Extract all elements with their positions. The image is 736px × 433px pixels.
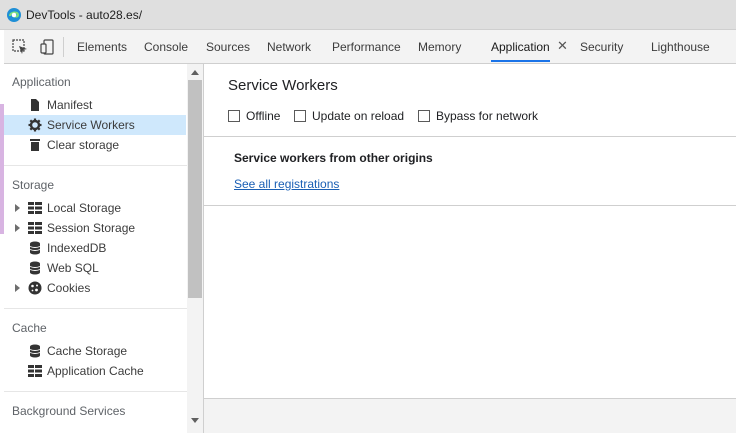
section-divider: [4, 391, 187, 392]
sidebar-item-label: Service Workers: [47, 118, 135, 132]
sidebar-item-indexeddb[interactable]: IndexedDB: [4, 238, 186, 258]
grid-icon: [28, 365, 42, 377]
section-divider: [204, 136, 736, 137]
tab-security[interactable]: Security: [580, 30, 623, 63]
sidebar-item-label: IndexedDB: [47, 241, 107, 255]
grid-icon: [28, 202, 42, 214]
sidebar-item-local-storage[interactable]: Local Storage: [4, 198, 186, 218]
section-divider: [204, 205, 736, 206]
tab-sources[interactable]: Sources: [206, 30, 250, 63]
sidebar-item-label: Session Storage: [47, 221, 136, 235]
section-divider: [4, 165, 187, 166]
see-all-registrations-link[interactable]: See all registrations: [234, 177, 339, 191]
sidebar-item-clear-storage[interactable]: Clear storage: [4, 135, 186, 155]
tab-memory[interactable]: Memory: [418, 30, 461, 63]
scrollbar-thumb[interactable]: [188, 80, 202, 298]
sidebar-item-label: Local Storage: [47, 201, 122, 215]
bottom-drawer: [204, 398, 736, 433]
tab-lighthouse[interactable]: Lighthouse: [651, 30, 710, 63]
tab-network[interactable]: Network: [267, 30, 311, 63]
file-icon: [31, 99, 39, 111]
sidebar-item-manifest[interactable]: Manifest: [4, 95, 186, 115]
sidebar-item-label: Web SQL: [47, 261, 99, 275]
checkbox-box[interactable]: [418, 110, 430, 122]
cookie-icon: [28, 281, 42, 295]
checkbox-label: Update on reload: [312, 109, 405, 123]
window-titlebar: DevTools - auto28.es/: [0, 0, 736, 30]
edge-logo-icon: [7, 7, 21, 22]
sidebar-item-label: Cookies: [47, 281, 91, 295]
other-origins-title: Service workers from other origins: [234, 151, 433, 165]
checkbox-box[interactable]: [228, 110, 240, 122]
tab-application[interactable]: Application: [491, 30, 550, 63]
sidebar-item-label: Cache Storage: [47, 344, 128, 358]
expand-arrow-icon[interactable]: [15, 284, 20, 292]
section-title-storage: Storage: [12, 178, 55, 192]
active-tab-indicator: [491, 60, 550, 62]
database-icon: [29, 261, 41, 275]
device-toolbar-icon[interactable]: [40, 39, 56, 55]
section-title-application: Application: [12, 75, 71, 89]
checkbox-label: Bypass for network: [436, 109, 539, 123]
section-title-background-services: Background Services: [12, 404, 126, 418]
grid-icon: [28, 222, 42, 234]
database-icon: [29, 241, 41, 255]
sidebar-item-cookies[interactable]: Cookies: [4, 278, 186, 298]
expand-arrow-icon[interactable]: [15, 204, 20, 212]
sidebar-scrollbar[interactable]: [187, 64, 203, 433]
sidebar-item-service-workers[interactable]: Service Workers: [4, 115, 186, 135]
application-sidebar: Application Manifest Service Workers Cle…: [4, 64, 204, 433]
scroll-down-arrow-icon[interactable]: [191, 418, 199, 423]
tab-elements[interactable]: Elements: [77, 30, 127, 63]
sidebar-item-session-storage[interactable]: Session Storage: [4, 218, 186, 238]
gear-icon: [28, 118, 42, 132]
toolbar-separator: [63, 37, 64, 57]
sidebar-item-label: Clear storage: [47, 138, 120, 152]
close-tab-icon[interactable]: ✕: [557, 30, 568, 63]
sidebar-item-web-sql[interactable]: Web SQL: [4, 258, 186, 278]
service-workers-panel: Service Workers Offline Update on reload…: [204, 64, 736, 433]
checkbox-box[interactable]: [294, 110, 306, 122]
window-title: DevTools - auto28.es/: [26, 7, 143, 22]
sidebar-item-label: Application Cache: [47, 364, 144, 378]
trash-icon: [30, 139, 40, 151]
sidebar-item-label: Manifest: [47, 98, 93, 112]
section-title-cache: Cache: [12, 321, 47, 335]
expand-arrow-icon[interactable]: [15, 224, 20, 232]
inspect-element-icon[interactable]: [12, 39, 28, 55]
tab-console[interactable]: Console: [144, 30, 188, 63]
devtools-tabbar: Elements Console Sources Network Perform…: [4, 30, 736, 64]
tab-performance[interactable]: Performance: [332, 30, 401, 63]
sidebar-item-application-cache[interactable]: Application Cache: [4, 361, 186, 381]
scroll-up-arrow-icon[interactable]: [191, 70, 199, 75]
section-divider: [4, 308, 187, 309]
checkbox-label: Offline: [246, 109, 281, 123]
panel-title: Service Workers: [228, 77, 338, 94]
sidebar-item-cache-storage[interactable]: Cache Storage: [4, 341, 186, 361]
database-icon: [29, 344, 41, 358]
tab-application-label: Application: [491, 40, 550, 54]
